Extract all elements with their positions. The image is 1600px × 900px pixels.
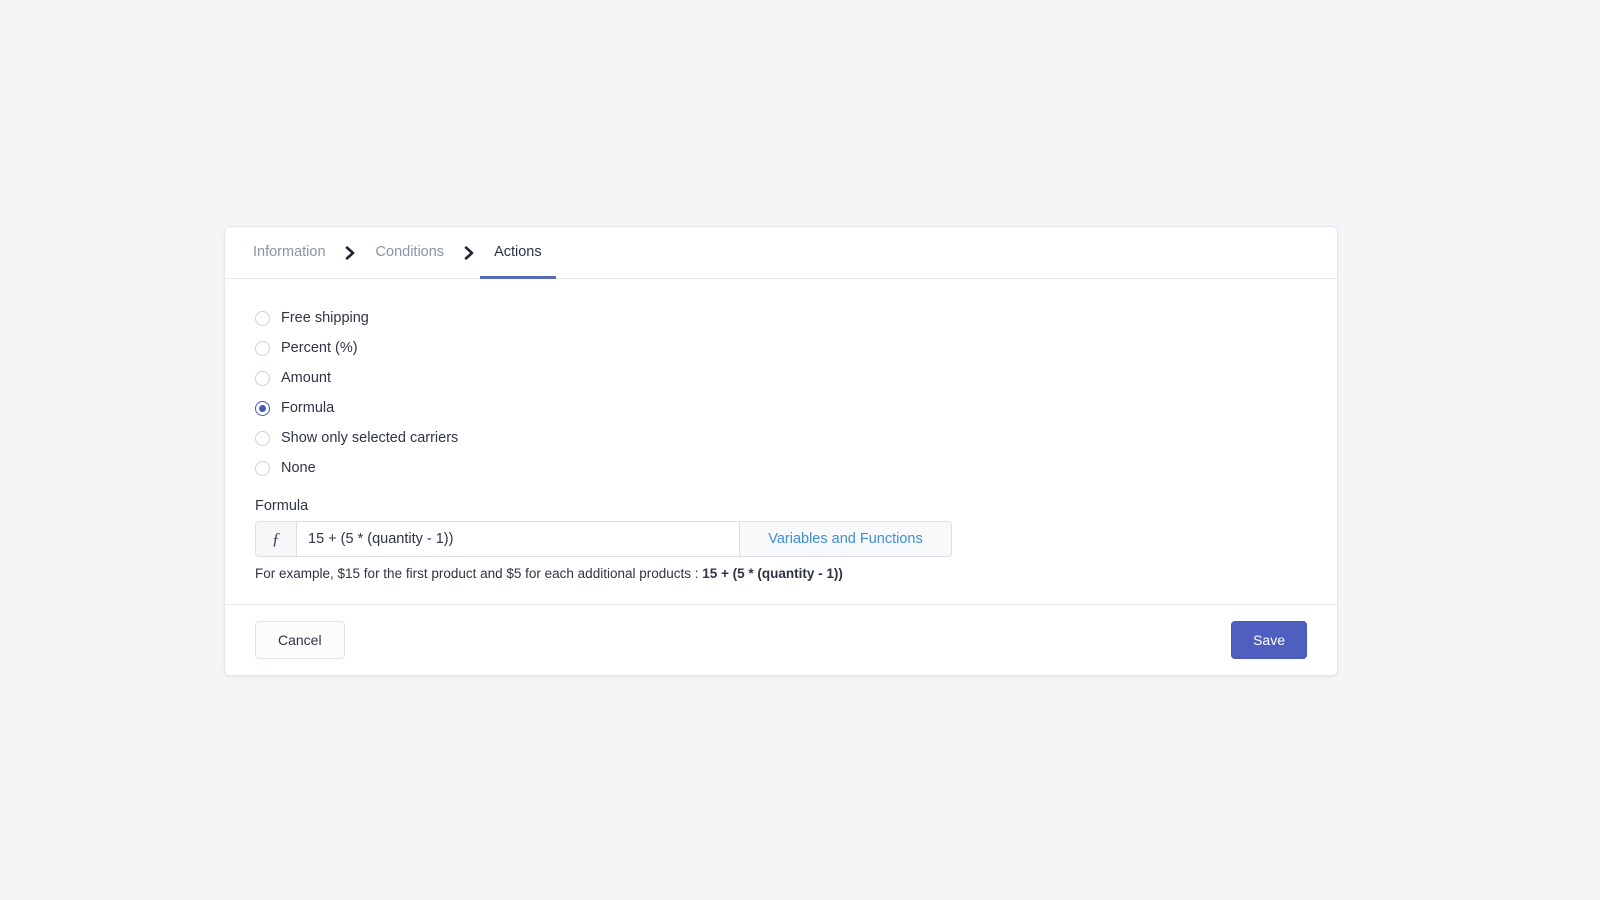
radio-option-formula[interactable]: Formula xyxy=(255,393,1307,423)
save-button[interactable]: Save xyxy=(1231,621,1307,660)
cancel-button[interactable]: Cancel xyxy=(255,621,345,660)
function-icon: ƒ xyxy=(256,521,297,556)
chevron-right-icon xyxy=(340,227,362,278)
formula-input-group: ƒ Variables and Functions xyxy=(255,520,952,557)
actions-body: Free shipping Percent (%) Amount Formula… xyxy=(225,279,1337,604)
tab-label: Conditions xyxy=(375,244,445,261)
radio-label: Percent (%) xyxy=(281,339,358,356)
tab-label: Information xyxy=(253,244,326,261)
actions-card: Information Conditions Actions Free ship… xyxy=(224,226,1338,677)
radio-label: None xyxy=(281,459,316,476)
tab-conditions[interactable]: Conditions xyxy=(362,227,459,278)
variables-and-functions-button[interactable]: Variables and Functions xyxy=(739,521,951,556)
card-footer: Cancel Save xyxy=(225,604,1337,675)
radio-label: Amount xyxy=(281,369,331,386)
chevron-right-icon xyxy=(458,227,480,278)
formula-hint: For example, $15 for the first product a… xyxy=(255,565,1307,583)
radio-label: Formula xyxy=(281,399,335,416)
radio-option-percent[interactable]: Percent (%) xyxy=(255,333,1307,363)
radio-option-none[interactable]: None xyxy=(255,453,1307,483)
breadcrumb: Information Conditions Actions xyxy=(225,227,1337,279)
radio-indicator[interactable] xyxy=(255,430,270,446)
radio-option-free-shipping[interactable]: Free shipping xyxy=(255,303,1307,333)
formula-label: Formula xyxy=(255,498,309,514)
formula-hint-example: 15 + (5 * (quantity - 1)) xyxy=(702,565,843,581)
radio-option-show-only-selected-carriers[interactable]: Show only selected carriers xyxy=(255,423,1307,453)
radio-indicator[interactable] xyxy=(255,340,270,356)
radio-label: Free shipping xyxy=(281,309,369,326)
tab-label: Actions xyxy=(494,244,542,261)
radio-option-amount[interactable]: Amount xyxy=(255,363,1307,393)
radio-label: Show only selected carriers xyxy=(281,429,459,446)
tab-information[interactable]: Information xyxy=(239,227,340,278)
formula-input[interactable] xyxy=(297,521,739,556)
tab-actions[interactable]: Actions xyxy=(480,227,556,279)
radio-indicator[interactable] xyxy=(255,310,270,326)
radio-indicator[interactable] xyxy=(255,460,270,476)
radio-indicator-selected[interactable] xyxy=(255,400,270,416)
formula-hint-text: For example, $15 for the first product a… xyxy=(255,565,703,581)
active-tab-indicator xyxy=(480,276,556,279)
radio-indicator[interactable] xyxy=(255,370,270,386)
